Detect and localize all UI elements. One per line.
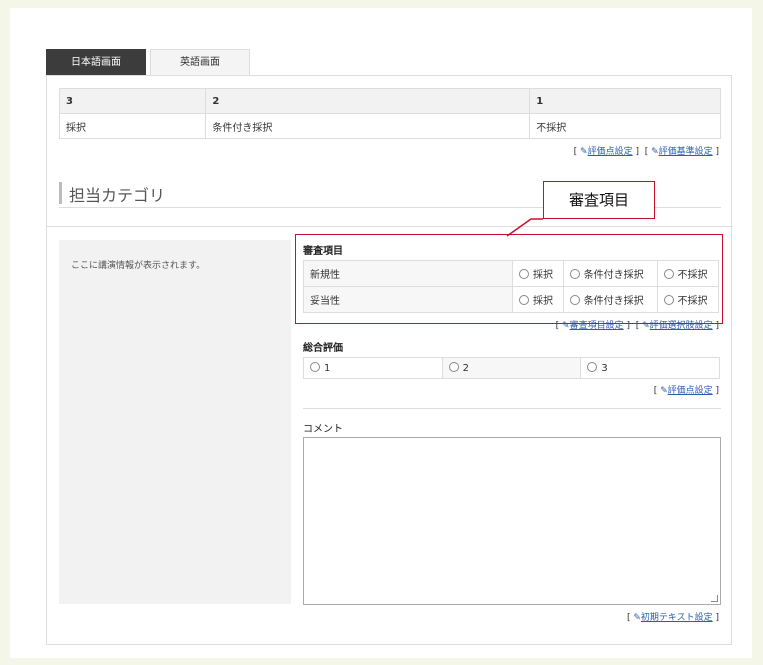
option-label: 3	[601, 363, 608, 374]
score-header-2: 2	[205, 88, 531, 114]
score-label-accept: 採択	[58, 113, 207, 139]
radio-icon[interactable]	[587, 362, 598, 372]
comment-label: コメント	[303, 424, 343, 435]
score-table: 3 2 1 採択 条件付き採択 不採択	[58, 88, 721, 139]
option-label: 2	[462, 363, 470, 374]
score-header-row: 3 2 1	[58, 88, 721, 114]
score-header-1: 1	[529, 88, 721, 114]
overall-option-1[interactable]: 1	[303, 357, 443, 379]
overall-eval-table: 1 2 3	[303, 357, 720, 379]
score-header-3: 3	[58, 88, 207, 114]
review-items-highlight	[295, 234, 723, 324]
pencil-icon: ✎	[651, 147, 659, 157]
pencil-icon: ✎	[660, 386, 668, 396]
overall-eval-row: 1 2 3	[303, 357, 720, 379]
heading-accent-bar	[59, 182, 62, 204]
review-panel: 3 2 1 採択 条件付き採択 不採択 [ ✎評価点設定 ] [ ✎評価基準設定…	[46, 75, 733, 645]
page: 日本語画面 英語画面 3 2 1 採択 条件付き採択 不採択 [ ✎評価点設定 …	[10, 8, 752, 658]
score-label-row: 採択 条件付き採択 不採択	[58, 113, 721, 139]
presentation-info-text: ここに講演情報が表示されます。	[71, 261, 206, 271]
score-label-reject: 不採択	[529, 113, 721, 139]
radio-icon[interactable]	[448, 362, 459, 372]
score-links: [ ✎評価点設定 ] [ ✎評価基準設定 ]	[573, 147, 719, 157]
overall-eval-points-link[interactable]: 評価点設定	[668, 386, 713, 396]
initial-text-setting-link[interactable]: 初期テキスト設定	[641, 613, 713, 623]
pencil-icon: ✎	[633, 613, 641, 623]
comment-textarea[interactable]	[303, 437, 721, 605]
radio-icon[interactable]	[310, 362, 320, 372]
category-title: 担当カテゴリ	[69, 186, 166, 205]
eval-criteria-link[interactable]: 評価基準設定	[659, 147, 713, 157]
tab-english[interactable]: 英語画面	[150, 49, 250, 75]
option-label: 1	[324, 363, 331, 374]
eval-points-link[interactable]: 評価点設定	[588, 147, 633, 157]
presentation-info-box: ここに講演情報が表示されます。	[59, 240, 291, 604]
review-items-callout: 審査項目	[543, 181, 655, 219]
overall-option-2[interactable]: 2	[441, 357, 582, 379]
pencil-icon: ✎	[580, 147, 588, 157]
tab-japanese[interactable]: 日本語画面	[46, 49, 146, 75]
overall-eval-heading: 総合評価	[303, 343, 343, 354]
overall-option-3[interactable]: 3	[580, 357, 720, 379]
resize-handle-icon[interactable]	[711, 595, 718, 602]
score-label-conditional: 条件付き採択	[205, 113, 531, 139]
comment-links: [ ✎初期テキスト設定 ]	[626, 613, 719, 623]
divider	[303, 408, 721, 409]
overall-links: [ ✎評価点設定 ]	[653, 386, 719, 396]
divider	[47, 226, 733, 227]
